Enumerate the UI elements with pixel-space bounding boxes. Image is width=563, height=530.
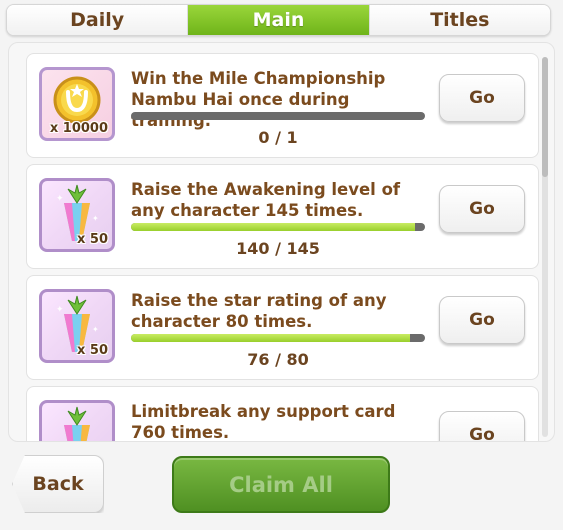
svg-text:✦: ✦: [92, 214, 99, 223]
progress-count: 0 / 1: [258, 128, 298, 147]
mission-row: ✦ ✦ x 50 Raise the star rating of any ch…: [26, 275, 539, 380]
progress-fill: [131, 223, 415, 231]
progress-bar: [131, 112, 425, 120]
go-button[interactable]: Go: [439, 185, 525, 233]
back-button[interactable]: Back: [12, 455, 104, 513]
reward-item: ✦ ✦ x 50: [39, 178, 115, 252]
reward-item: [39, 400, 115, 441]
tab-titles[interactable]: Titles: [369, 5, 550, 35]
reward-item: ✦ ✦ x 50: [39, 289, 115, 363]
progress-bar: [131, 223, 425, 231]
progress-bar: [131, 334, 425, 342]
mission-list[interactable]: x 10000 Win the Mile Championship Nambu …: [8, 42, 555, 442]
reward-quantity: x 50: [76, 232, 108, 247]
go-button[interactable]: Go: [439, 411, 525, 441]
go-button[interactable]: Go: [439, 74, 525, 122]
progress-count: 76 / 80: [247, 350, 309, 369]
svg-text:✦: ✦: [92, 325, 99, 334]
mission-title: Limitbreak any support card 760 times.: [131, 402, 396, 442]
tab-main[interactable]: Main: [188, 5, 370, 35]
svg-text:✦: ✦: [56, 305, 64, 315]
svg-text:✦: ✦: [56, 194, 64, 204]
reward-item: x 10000: [39, 67, 115, 141]
go-button[interactable]: Go: [439, 296, 525, 344]
mission-tabs: Daily Main Titles: [6, 4, 551, 36]
scroll-thumb[interactable]: [542, 57, 548, 177]
progress-fill: [131, 334, 411, 342]
tab-daily[interactable]: Daily: [7, 5, 189, 35]
mission-row: ✦ ✦ x 50 Raise the Awakening level of an…: [26, 164, 539, 269]
mission-row: x 10000 Win the Mile Championship Nambu …: [26, 53, 539, 158]
reward-quantity: x 50: [76, 343, 108, 358]
scrollbar[interactable]: [542, 57, 548, 437]
crystal-carrot-icon: [64, 406, 90, 441]
progress-count: 140 / 145: [236, 239, 320, 258]
mission-title: Win the Mile Championship Nambu Hai once…: [131, 69, 386, 130]
mission-title: Raise the star rating of any character 8…: [131, 291, 387, 331]
mission-row: Limitbreak any support card 760 times. G…: [26, 386, 539, 442]
reward-quantity: x 10000: [49, 121, 108, 136]
mission-title: Raise the Awakening level of any charact…: [131, 180, 401, 220]
claim-all-button[interactable]: Claim All: [172, 456, 390, 513]
